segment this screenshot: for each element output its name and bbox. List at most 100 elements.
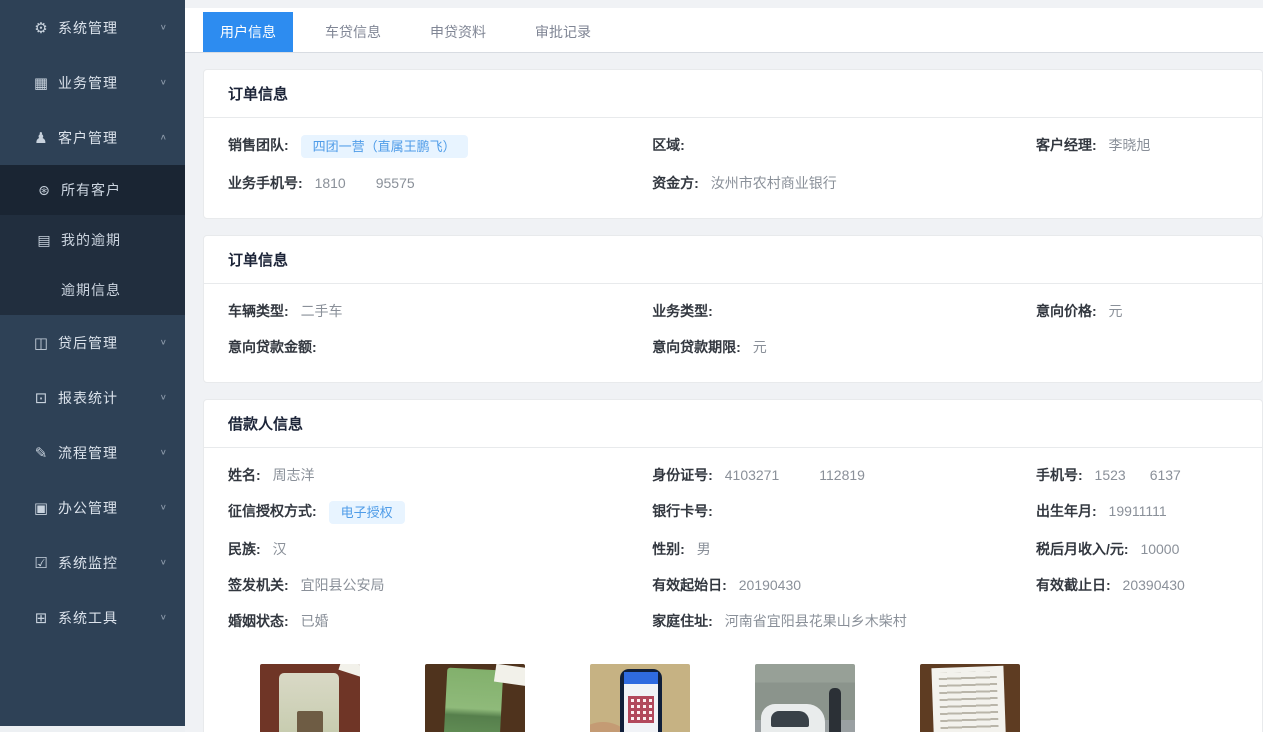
field-label: 税后月收入/元: (1036, 541, 1129, 557)
field-value: 已婚 (301, 613, 329, 629)
field-birth: 出生年月: 19911111 (1036, 500, 1238, 524)
field-id-number: 身份证号: 4103271 112819 (652, 464, 1036, 486)
card-body: 姓名: 周志洋 身份证号: 4103271 112819 手机号: 1523613… (204, 448, 1262, 656)
sidebar-submenu-item[interactable]: 逾期信息 (0, 265, 185, 315)
field-home-address: 家庭住址: 河南省宜阳县花果山乡木柴村 (652, 610, 1036, 632)
field-intended-loan-amount: 意向贷款金额: (228, 336, 652, 358)
sidebar-menu-item[interactable]: ▦ 业务管理 ∨ (0, 55, 185, 110)
field-label: 业务手机号: (228, 175, 303, 191)
field-value: 181095575 (315, 175, 415, 191)
field-income: 税后月收入/元: 10000 (1036, 538, 1238, 560)
sidebar-menu-item[interactable]: ⊡ 报表统计 ∨ (0, 370, 185, 425)
field-value: 元 (1109, 303, 1123, 319)
field-intended-loan-term: 意向贷款期限: 元 (652, 336, 1036, 358)
card-title: 订单信息 (228, 252, 288, 269)
field-business-type: 业务类型: (652, 300, 1036, 322)
sidebar: ⚙ 系统管理 ∨ ▦ 业务管理 ∨ ♟ 客户管理 ∧ ⊛ 所有客户 (0, 0, 185, 732)
phone-prefix: 1810 (315, 175, 346, 191)
field-label: 客户经理: (1036, 137, 1097, 153)
menu-item-label: 系统工具 (58, 608, 160, 628)
sales-team-tag[interactable]: 四团一营（直属王鹏飞） (301, 135, 468, 158)
menu-item-label: 系统管理 (58, 18, 160, 38)
menu-item-label: 报表统计 (58, 388, 160, 408)
field-label: 业务类型: (652, 303, 713, 319)
sidebar-bottom-group: ◫ 贷后管理 ∨ ⊡ 报表统计 ∨ ✎ 流程管理 ∨ ▣ 办公管理 ∨ (0, 315, 185, 645)
field-label: 姓名: (228, 467, 261, 483)
id-suffix: 112819 (819, 467, 865, 483)
sidebar-menu-item[interactable]: ☑ 系统监控 ∨ (0, 535, 185, 590)
card-body: 销售团队: 四团一营（直属王鹏飞） 区域: 客户经理: 李晓旭 业务手机号: 1… (204, 118, 1262, 218)
sidebar-menu-item[interactable]: ⚙ 系统管理 ∨ (0, 0, 185, 55)
photo-auth-qr-code[interactable]: 授权码 (590, 664, 690, 732)
photo-thumbnail[interactable] (920, 664, 1020, 732)
submenu-icon: ▤ (36, 232, 52, 249)
card-header: 借款人信息 (204, 400, 1262, 448)
card-title: 订单信息 (228, 86, 288, 103)
redaction-box (779, 470, 819, 480)
tab[interactable]: 审批记录 (518, 12, 608, 52)
field-value: 李晓旭 (1109, 137, 1151, 153)
credit-auth-tag[interactable]: 电子授权 (329, 501, 405, 524)
sidebar-menu-item[interactable]: ⊞ 系统工具 ∨ (0, 590, 185, 645)
photo-id-card-portrait[interactable]: 人像面 (260, 664, 360, 732)
photo-owner-with-car[interactable]: 合影 (755, 664, 855, 732)
sidebar-submenu-item[interactable]: ▤ 我的逾期 (0, 215, 185, 265)
chevron-icon: ∨ (160, 503, 167, 512)
field-mobile: 手机号: 15236137 (1036, 464, 1238, 486)
sidebar-menu-item[interactable]: ◫ 贷后管理 ∨ (0, 315, 185, 370)
menu-item-label: 客户管理 (58, 128, 160, 148)
field-label: 区域: (652, 137, 685, 153)
photo-driver-license[interactable]: 驾驶证副页 (425, 664, 525, 732)
field-label: 征信授权方式: (228, 503, 317, 519)
sidebar-menu-item[interactable]: ▣ 办公管理 ∨ (0, 480, 185, 535)
field-label: 车辆类型: (228, 303, 289, 319)
field-value: 河南省宜阳县花果山乡木柴村 (725, 613, 907, 629)
menu-icon: ⊞ (33, 609, 49, 627)
field-valid-from: 有效起始日: 20190430 (652, 574, 1036, 596)
order-info-card-1: 订单信息 销售团队: 四团一营（直属王鹏飞） 区域: 客户经理: 李晓旭 业务手… (203, 69, 1263, 219)
menu-icon: ♟ (33, 129, 49, 147)
chevron-icon: ∨ (160, 558, 167, 567)
field-value: 男 (697, 541, 711, 557)
field-issuing-authority: 签发机关: 宜阳县公安局 (228, 574, 652, 596)
card-title: 借款人信息 (228, 416, 303, 433)
menu-icon: ✎ (33, 444, 49, 462)
sidebar-menu-item[interactable]: ✎ 流程管理 ∨ (0, 425, 185, 480)
card-header: 订单信息 (204, 70, 1262, 118)
menu-item-label: 流程管理 (58, 443, 160, 463)
borrower-info-card: 借款人信息 姓名: 周志洋 身份证号: 4103271 112819 手机号: 1… (203, 399, 1263, 732)
field-value: 20390430 (1123, 577, 1185, 593)
photo-thumbnail[interactable] (590, 664, 690, 732)
sidebar-submenu-item[interactable]: ⊛ 所有客户 (0, 165, 185, 215)
field-value: 周志洋 (273, 467, 315, 483)
tab[interactable]: 车贷信息 (308, 12, 398, 52)
field-label: 身份证号: (652, 467, 713, 483)
field-label: 手机号: (1036, 467, 1083, 483)
chevron-icon: ∧ (160, 133, 167, 142)
photo-thumbnail[interactable] (260, 664, 360, 732)
tab[interactable]: 申贷资料 (413, 12, 503, 52)
order-info-card-2: 订单信息 车辆类型: 二手车 业务类型: 意向价格: 元 意向贷款金额: (203, 235, 1263, 383)
field-value: 10000 (1140, 541, 1179, 557)
main-content: 用户信息 车贷信息 申贷资料 审批记录 订单信息 销售团队: 四团一营（直属王鹏… (185, 0, 1263, 732)
photo-thumbnail[interactable] (425, 664, 525, 732)
tab[interactable]: 用户信息 (203, 12, 293, 52)
sidebar-top-group: ⚙ 系统管理 ∨ ▦ 业务管理 ∨ ♟ 客户管理 ∧ (0, 0, 185, 165)
field-gender: 性别: 男 (652, 538, 1036, 560)
field-value: 15236137 (1095, 467, 1181, 483)
photo-other-document[interactable]: 其他材料 (920, 664, 1020, 732)
field-label: 银行卡号: (652, 503, 713, 519)
field-value: 19911111 (1109, 503, 1167, 519)
redaction-box (346, 178, 376, 188)
scroll-area[interactable]: 订单信息 销售团队: 四团一营（直属王鹏飞） 区域: 客户经理: 李晓旭 业务手… (185, 53, 1263, 732)
photo-thumbnail[interactable] (755, 664, 855, 732)
menu-icon: ⊡ (33, 389, 49, 407)
sidebar-menu-item[interactable]: ♟ 客户管理 ∧ (0, 110, 185, 165)
id-prefix: 4103271 (725, 467, 780, 483)
field-label: 性别: (652, 541, 685, 557)
field-vehicle-type: 车辆类型: 二手车 (228, 300, 652, 322)
chevron-icon: ∨ (160, 338, 167, 347)
menu-item-label: 贷后管理 (58, 333, 160, 353)
menu-item-label: 办公管理 (58, 498, 160, 518)
redaction-box (1126, 470, 1150, 480)
